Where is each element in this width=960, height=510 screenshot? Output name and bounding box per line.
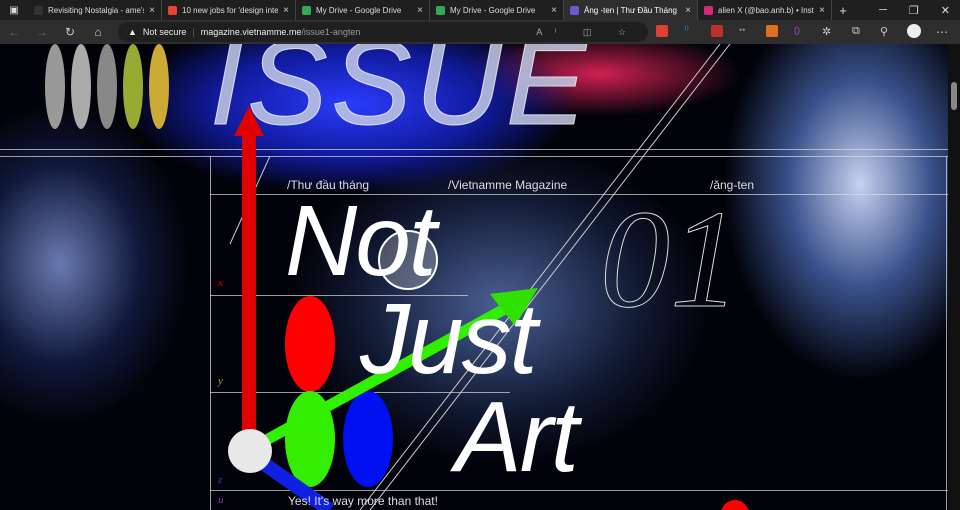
instagram-icon [704,5,713,15]
blue-ellipse [343,391,393,487]
avatar[interactable] [907,24,921,38]
red-arrow-head [234,106,264,136]
tab-title: My Drive - Google Drive [450,5,536,15]
tab-title: Revisiting Nostalgia - ame's [48,5,145,15]
security-label[interactable]: Not secure [143,27,187,37]
browser-tab[interactable]: My Drive - Google Drive × [296,0,430,20]
magazine-page: ISSUE /Thư đầu tháng /Vietnamme Magazine… [0,44,948,510]
axis-label-z: z [218,474,223,486]
axis-label-u: u [218,494,224,506]
red-dot [721,500,749,510]
close-tab-icon[interactable]: × [685,5,691,16]
close-tab-icon[interactable]: × [283,5,289,16]
close-tab-icon[interactable]: × [149,5,155,16]
forward-button[interactable]: → [28,25,56,39]
warning-icon: ▲ [128,27,137,37]
home-button[interactable]: ⌂ [84,25,112,39]
google-drive-icon [302,5,311,15]
browser-tab[interactable]: My Drive - Google Drive × [430,0,564,20]
extension-icon[interactable]: ⁾⁾ [684,25,696,37]
tab-bar: ▣ Revisiting Nostalgia - ame's × 10 new jo… [0,0,960,20]
origin-sphere [228,429,272,473]
address-toolbar: ← → ↻ ⌂ ▲ Not secure | magazine.vietnamm… [0,20,960,44]
minimize-button[interactable]: ─ [879,4,887,17]
scrollbar-thumb[interactable] [951,82,957,110]
address-bar[interactable]: ▲ Not secure | magazine.vietnamme.me/iss… [118,22,648,42]
new-tab-button[interactable]: + [832,3,854,18]
close-tab-icon[interactable]: × [819,5,825,16]
read-aloud-icon[interactable]: A⁾ ◫ ☆ [536,27,638,38]
back-button[interactable]: ← [0,25,28,39]
tab-title: 10 new jobs for 'design inte [182,5,279,15]
scrollbar[interactable] [948,44,960,510]
extension-icon[interactable] [656,25,668,37]
tab-title: alien X (@bao.anh.b) • Insta [718,5,815,15]
gmail-icon [168,5,177,15]
generic-icon [34,5,43,15]
tab-title: Ăng -ten | Thư Đầu Tháng [584,5,677,15]
more-menu-icon[interactable]: ⋯ [936,25,948,39]
axis-label-x: x [218,277,223,289]
red-ellipse [285,296,335,392]
collections-icon[interactable]: ⧉ [852,25,864,37]
metamask-icon[interactable] [766,25,778,37]
axis-label-y: y [218,375,223,387]
extension-icon[interactable]: •• [739,25,751,37]
tagline: Yes! It's way more than that! [288,494,438,508]
angten-icon [570,5,579,15]
browser-tab[interactable]: 10 new jobs for 'design inte × [162,0,296,20]
close-tab-icon[interactable]: × [551,5,557,16]
tab-title: My Drive - Google Drive [316,5,402,15]
maximize-button[interactable]: ❐ [909,4,919,17]
headline-art: Art [455,381,579,493]
extensions-icon[interactable]: ✲ [822,25,834,38]
browser-tab[interactable]: Revisiting Nostalgia - ame's × [28,0,162,20]
red-axis [242,134,256,444]
refresh-button[interactable]: ↻ [56,25,84,39]
url-path: /issue1-angten [301,27,361,37]
tab-actions-icon[interactable]: ▣ [0,5,28,16]
browser-tab[interactable]: alien X (@bao.anh.b) • Insta × [698,0,832,20]
browser-tab[interactable]: Ăng -ten | Thư Đầu Tháng × [564,0,698,20]
url-host: magazine.vietnamme.me [200,27,302,37]
close-window-button[interactable]: ✕ [941,4,950,17]
google-drive-icon [436,5,445,15]
extension-icon[interactable] [711,25,723,37]
extension-icon[interactable]: () [794,25,806,37]
close-tab-icon[interactable]: × [417,5,423,16]
favorites-icon[interactable]: ⚲ [880,25,892,38]
